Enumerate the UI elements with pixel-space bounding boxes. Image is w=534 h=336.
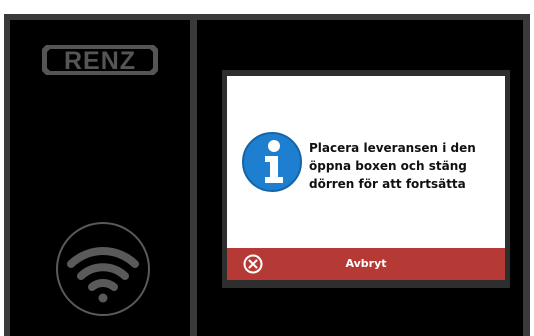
screen: RENZ Placera leveransen i den öppna boxe… — [0, 0, 534, 336]
renz-logo: RENZ — [42, 45, 158, 75]
info-icon — [242, 132, 302, 192]
wifi-icon — [67, 247, 139, 303]
message-line: öppna boxen och stäng — [309, 159, 467, 173]
cancel-label: Avbryt — [345, 257, 387, 270]
message-line: Placera leveransen i den — [309, 141, 476, 155]
dialog-body: Placera leveransen i den öppna boxen och… — [227, 76, 505, 248]
wifi-button[interactable] — [49, 220, 157, 318]
logo-text: RENZ — [64, 47, 136, 75]
dialog-message: Placera leveransen i den öppna boxen och… — [309, 139, 505, 193]
delivery-dialog: Placera leveransen i den öppna boxen och… — [222, 70, 510, 288]
cancel-circle-x-icon — [243, 254, 263, 274]
message-line: dörren för att fortsätta — [309, 177, 466, 191]
cancel-button[interactable]: Avbryt — [227, 248, 505, 280]
